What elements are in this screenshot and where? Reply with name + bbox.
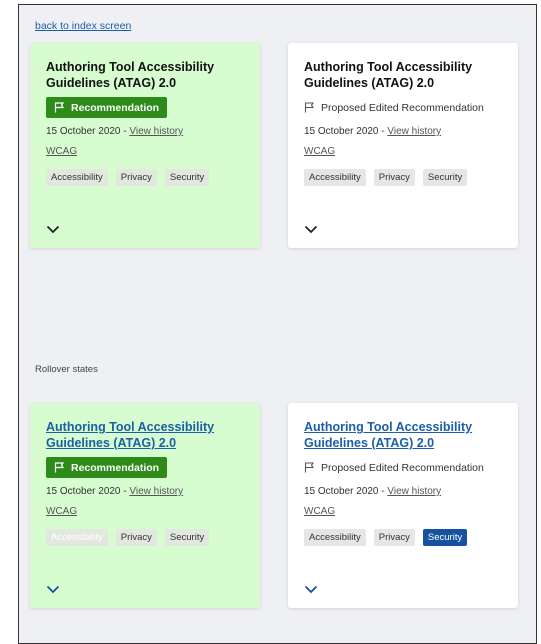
status-text: Proposed Edited Recommendation [304,97,502,118]
flag-icon [304,102,315,113]
tag-accessibility[interactable]: Accessibility [304,169,366,186]
view-history-link[interactable]: View history [387,486,441,497]
tag-privacy[interactable]: Privacy [115,169,157,186]
spec-card-recommendation-hover: Authoring Tool Accessibility Guidelines … [30,403,260,608]
tag-security[interactable]: Security [422,169,468,186]
status-label: Proposed Edited Recommendation [321,101,484,114]
tag-list: Accessibility Privacy Security [304,169,502,186]
flag-icon [304,462,315,473]
status-text: Proposed Edited Recommendation [304,457,502,478]
publish-date: 15 October 2020 - [304,486,388,497]
card-title-link[interactable]: Authoring Tool Accessibility Guidelines … [46,419,246,451]
status-label: Recommendation [71,461,160,474]
publish-date: 15 October 2020 - [46,126,130,137]
status-label: Proposed Edited Recommendation [321,461,484,474]
tag-security[interactable]: Security [422,529,468,546]
date-row: 15 October 2020 - View history [304,126,502,137]
rollover-states-label: Rollover states [35,364,98,375]
chevron-down-icon[interactable] [304,225,318,234]
tag-security[interactable]: Security [164,529,210,546]
tag-list: Accessibility Privacy Security [46,529,244,546]
view-history-link[interactable]: View history [129,126,183,137]
tag-privacy[interactable]: Privacy [115,529,157,546]
group-link[interactable]: WCAG [46,506,77,517]
publish-date: 15 October 2020 - [304,126,388,137]
card-title: Authoring Tool Accessibility Guidelines … [304,60,473,90]
tag-list: Accessibility Privacy Security [304,529,502,546]
status-label: Recommendation [71,101,160,114]
tag-privacy[interactable]: Privacy [373,169,415,186]
status-badge: Recommendation [46,457,168,478]
date-row: 15 October 2020 - View history [46,126,244,137]
publish-date: 15 October 2020 - [46,486,130,497]
date-row: 15 October 2020 - View history [46,486,244,497]
spec-card-proposed: Authoring Tool Accessibility Guidelines … [288,43,518,248]
flag-icon [54,102,65,113]
tag-accessibility[interactable]: Accessibility [304,529,366,546]
flag-icon [54,462,65,473]
tag-accessibility[interactable]: Accessibility [46,529,108,546]
date-row: 15 October 2020 - View history [304,486,502,497]
view-history-link[interactable]: View history [129,486,183,497]
chevron-down-icon[interactable] [46,585,60,594]
tag-security[interactable]: Security [164,169,210,186]
tag-accessibility[interactable]: Accessibility [46,169,108,186]
tag-privacy[interactable]: Privacy [373,529,415,546]
tag-list: Accessibility Privacy Security [46,169,244,186]
chevron-down-icon[interactable] [46,225,60,234]
group-link[interactable]: WCAG [46,146,77,157]
group-link[interactable]: WCAG [304,146,335,157]
card-title: Authoring Tool Accessibility Guidelines … [46,60,215,90]
card-title-link[interactable]: Authoring Tool Accessibility Guidelines … [304,419,504,451]
spec-card-proposed-hover: Authoring Tool Accessibility Guidelines … [288,403,518,608]
back-to-index-link[interactable]: back to index screen [35,20,131,32]
status-badge: Recommendation [46,97,168,118]
chevron-down-icon[interactable] [304,585,318,594]
view-history-link[interactable]: View history [387,126,441,137]
spec-card-recommendation: Authoring Tool Accessibility Guidelines … [30,43,260,248]
group-link[interactable]: WCAG [304,506,335,517]
